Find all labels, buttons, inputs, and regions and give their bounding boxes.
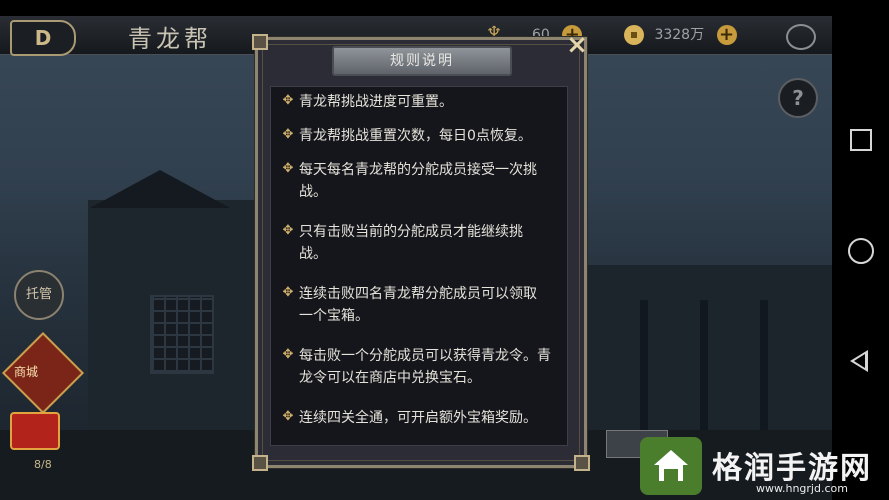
recent-apps-icon[interactable] xyxy=(850,129,872,151)
rules-dialog: 规则说明 × ✥ 青龙帮挑战进度可重置。 ✥ 青龙帮挑战重置次数，每日0点恢复。… xyxy=(252,32,590,471)
dialog-title: 规则说明 xyxy=(332,46,512,76)
corner-ornament xyxy=(574,455,590,471)
diamond-bullet-icon: ✥ xyxy=(282,285,294,300)
rule-item: ✥ 每天每名青龙帮的分舵成员接受一次挑战。 xyxy=(282,161,537,201)
rules-list: ✥ 青龙帮挑战进度可重置。 ✥ 青龙帮挑战重置次数，每日0点恢复。 ✥ 每天每名… xyxy=(270,86,568,446)
rule-item: ✥ 青龙帮挑战进度可重置。 xyxy=(282,93,453,111)
watermark-url: www.hngrjd.com xyxy=(756,482,848,495)
shop-label: 商城 xyxy=(14,365,39,379)
status-strip xyxy=(0,0,889,16)
currency-gold: 3328万 + xyxy=(624,22,737,48)
rule-item: ✥ 连续击败四名青龙帮分舵成员可以领取一个宝箱。 xyxy=(282,285,537,325)
diamond-bullet-icon: ✥ xyxy=(282,93,294,108)
rule-item: ✥ 每击败一个分舵成员可以获得青龙令。青龙令可以在商店中兑换宝石。 xyxy=(282,347,551,387)
rule-item: ✥ 青龙帮挑战重置次数，每日0点恢复。 xyxy=(282,127,532,145)
back-arrow-icon[interactable] xyxy=(850,350,868,372)
watermark-text: 格润手游网 xyxy=(712,451,872,486)
watermark-logo xyxy=(640,437,702,495)
home-icon[interactable] xyxy=(848,238,874,264)
coin-icon xyxy=(624,25,644,45)
chat-icon[interactable] xyxy=(786,24,816,50)
corner-ornament xyxy=(252,455,268,471)
back-button[interactable]: D xyxy=(10,20,76,56)
window-left xyxy=(150,295,214,374)
diamond-bullet-icon: ✥ xyxy=(282,127,294,142)
chest-icon[interactable] xyxy=(10,412,60,450)
gold-value: 3328万 xyxy=(654,27,705,43)
diamond-bullet-icon: ✥ xyxy=(282,223,294,238)
help-button[interactable]: ? xyxy=(778,78,818,118)
diamond-bullet-icon: ✥ xyxy=(282,161,294,176)
roof-left xyxy=(90,170,230,208)
chest-progress: 8/8 xyxy=(34,458,52,471)
plus-icon[interactable]: + xyxy=(716,25,737,45)
trustee-button[interactable]: 托管 xyxy=(14,270,64,320)
rule-item: ✥ 连续四关全通，可开启额外宝箱奖励。 xyxy=(282,409,537,427)
house-icon xyxy=(654,450,688,481)
close-icon[interactable]: × xyxy=(564,32,590,58)
diamond-bullet-icon: ✥ xyxy=(282,409,294,424)
page-title: 青龙帮 xyxy=(128,25,212,53)
diamond-bullet-icon: ✥ xyxy=(282,347,294,362)
corner-ornament xyxy=(252,34,268,50)
rule-item: ✥ 只有击败当前的分舵成员才能继续挑战。 xyxy=(282,223,523,263)
